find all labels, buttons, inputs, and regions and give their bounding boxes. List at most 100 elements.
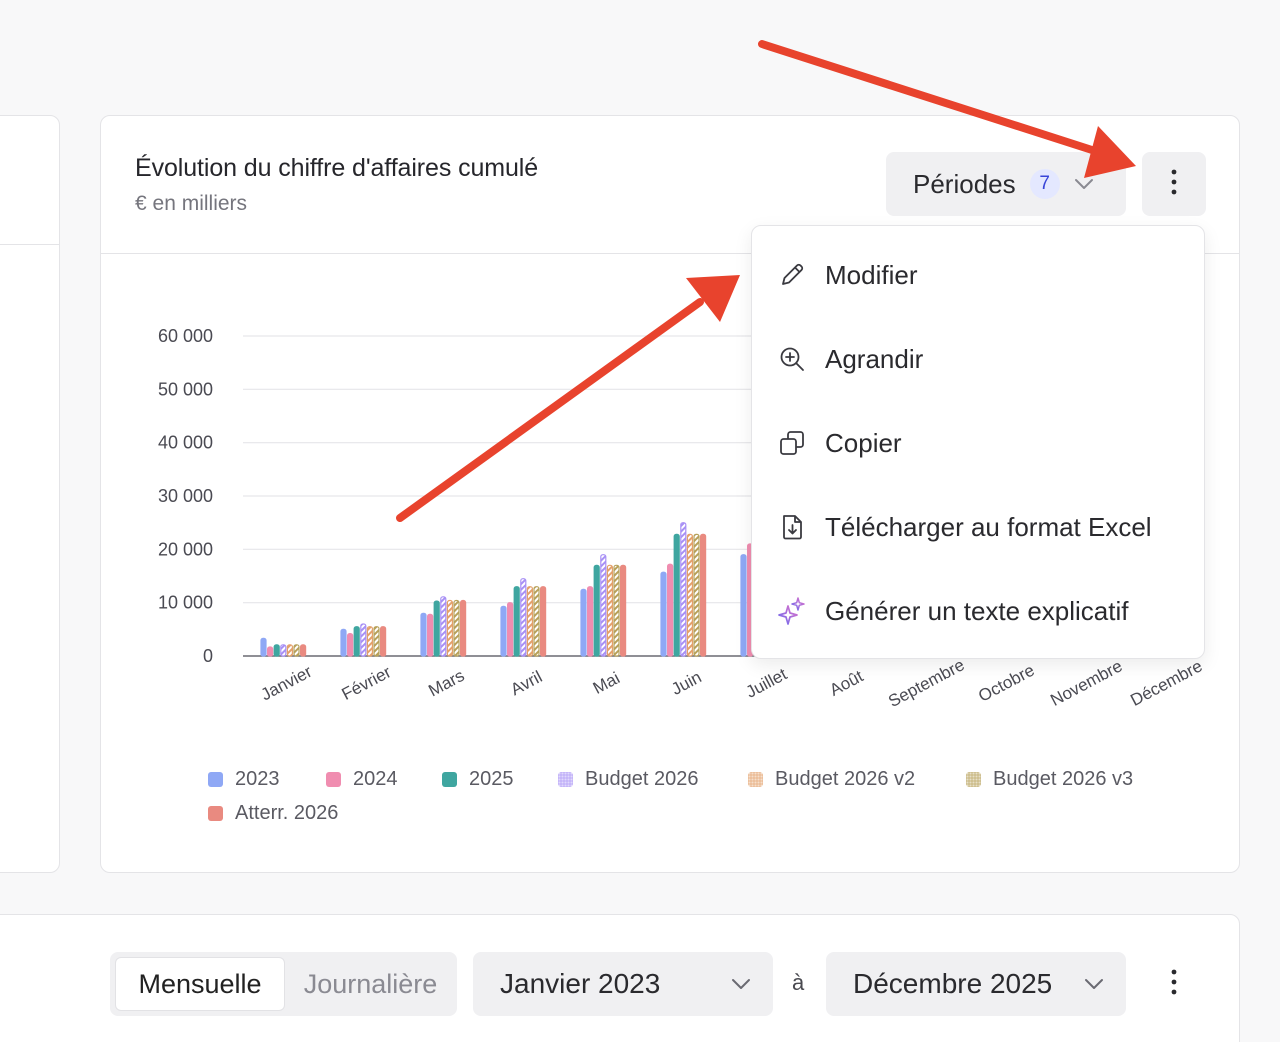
chart-subtitle: € en milliers bbox=[135, 192, 248, 215]
bar[interactable] bbox=[693, 533, 700, 657]
y-tick-label: 30 000 bbox=[158, 486, 213, 506]
bar[interactable] bbox=[433, 600, 440, 657]
x-tick-label: Avril bbox=[507, 667, 545, 699]
periods-count-badge: 7 bbox=[1029, 169, 1060, 199]
legend-item[interactable]: 2023 bbox=[208, 768, 280, 791]
x-tick-label: Octobre bbox=[975, 661, 1037, 706]
menu-item-modifier[interactable]: Modifier bbox=[752, 233, 1204, 317]
bar[interactable] bbox=[267, 646, 274, 657]
side-card bbox=[0, 115, 60, 873]
bar[interactable] bbox=[446, 599, 453, 657]
bar[interactable] bbox=[520, 578, 527, 657]
bar[interactable] bbox=[580, 588, 587, 657]
bar[interactable] bbox=[699, 533, 707, 657]
bar[interactable] bbox=[340, 628, 347, 657]
menu-item-agrandir[interactable]: Agrandir bbox=[752, 317, 1204, 401]
legend-label: Budget 2026 bbox=[585, 768, 699, 790]
bar[interactable] bbox=[300, 644, 307, 657]
menu-item-copier[interactable]: Copier bbox=[752, 401, 1204, 485]
legend-swatch bbox=[966, 772, 981, 787]
chart-title: Évolution du chiffre d'affaires cumulé bbox=[135, 154, 539, 182]
x-tick-label: Juin bbox=[668, 667, 704, 698]
zoom-in-icon bbox=[777, 344, 807, 374]
menu-item-telecharger-excel[interactable]: Télécharger au format Excel bbox=[752, 485, 1204, 569]
bar[interactable] bbox=[613, 564, 620, 657]
more-options-button[interactable] bbox=[1142, 152, 1206, 216]
filters-more-button[interactable] bbox=[1142, 952, 1206, 1016]
bar[interactable] bbox=[540, 586, 547, 657]
legend-item[interactable]: Budget 2026 v3 bbox=[966, 768, 1133, 791]
bar[interactable] bbox=[660, 571, 667, 657]
bar[interactable] bbox=[500, 605, 507, 657]
bar[interactable] bbox=[347, 633, 354, 657]
legend-item[interactable]: Budget 2026 bbox=[558, 768, 698, 791]
bar[interactable] bbox=[740, 554, 747, 657]
bar[interactable] bbox=[587, 586, 594, 657]
y-tick-label: 40 000 bbox=[158, 433, 213, 453]
start-period-select[interactable]: Janvier 2023 bbox=[473, 952, 773, 1016]
bar[interactable] bbox=[666, 563, 674, 657]
legend-item[interactable]: Atterr. 2026 bbox=[208, 802, 338, 825]
bar[interactable] bbox=[373, 626, 380, 657]
bar[interactable] bbox=[280, 644, 287, 657]
bar[interactable] bbox=[513, 586, 520, 657]
legend-item[interactable]: 2025 bbox=[442, 768, 514, 791]
chevron-down-icon bbox=[731, 978, 751, 990]
bar[interactable] bbox=[420, 612, 427, 657]
periods-label: Périodes bbox=[913, 168, 1016, 199]
bar[interactable] bbox=[533, 586, 540, 657]
start-period-value: Janvier 2023 bbox=[500, 968, 661, 999]
menu-item-label: Générer un texte explicatif bbox=[825, 595, 1129, 626]
bar[interactable] bbox=[593, 564, 600, 657]
bar[interactable] bbox=[353, 626, 360, 657]
side-card-divider bbox=[0, 244, 59, 245]
bar[interactable] bbox=[680, 522, 687, 657]
end-period-select[interactable]: Décembre 2025 bbox=[826, 952, 1126, 1016]
bar[interactable] bbox=[286, 644, 293, 657]
granularity-journaliere[interactable]: Journalière bbox=[288, 957, 453, 1011]
granularity-mensuelle[interactable]: Mensuelle bbox=[115, 957, 285, 1011]
bar[interactable] bbox=[260, 637, 267, 657]
x-tick-label: Février bbox=[339, 662, 395, 704]
legend-label: Budget 2026 v2 bbox=[775, 768, 916, 790]
bar[interactable] bbox=[453, 599, 460, 657]
bar[interactable] bbox=[273, 644, 280, 657]
legend-label: Budget 2026 v3 bbox=[993, 768, 1134, 790]
bar[interactable] bbox=[460, 599, 467, 657]
menu-item-label: Copier bbox=[825, 427, 902, 458]
legend-item[interactable]: 2024 bbox=[326, 768, 398, 791]
legend-swatch bbox=[748, 772, 763, 787]
y-tick-label: 10 000 bbox=[158, 593, 213, 613]
bar[interactable] bbox=[380, 626, 387, 657]
y-tick-label: 60 000 bbox=[158, 326, 213, 346]
bar[interactable] bbox=[427, 613, 434, 657]
vertical-dots-icon bbox=[1171, 169, 1177, 200]
x-tick-label: Mars bbox=[425, 666, 467, 701]
legend-item[interactable]: Budget 2026 v2 bbox=[748, 768, 915, 791]
options-menu: Modifier Agrandir Copier Télécharger au … bbox=[751, 225, 1205, 659]
bar[interactable] bbox=[507, 602, 514, 657]
bar[interactable] bbox=[606, 564, 613, 657]
bar[interactable] bbox=[293, 644, 300, 657]
bar[interactable] bbox=[673, 533, 680, 657]
range-separator: à bbox=[792, 970, 805, 995]
y-tick-label: 0 bbox=[203, 646, 213, 666]
bar[interactable] bbox=[360, 623, 367, 657]
bar[interactable] bbox=[526, 586, 533, 657]
copy-icon bbox=[777, 428, 807, 458]
periods-dropdown[interactable]: Périodes 7 bbox=[886, 152, 1126, 216]
sparkles-icon bbox=[777, 596, 807, 626]
bar[interactable] bbox=[619, 564, 627, 657]
legend-swatch bbox=[208, 772, 223, 787]
granularity-toggle: Mensuelle Journalière bbox=[110, 952, 457, 1016]
bar[interactable] bbox=[600, 554, 607, 657]
bar[interactable] bbox=[686, 533, 694, 657]
menu-item-generer-texte[interactable]: Générer un texte explicatif bbox=[752, 569, 1204, 653]
legend-label: 2023 bbox=[235, 768, 280, 790]
menu-item-label: Télécharger au format Excel bbox=[825, 511, 1152, 542]
chevron-down-icon bbox=[1084, 978, 1104, 990]
legend-swatch bbox=[442, 772, 457, 787]
bar[interactable] bbox=[366, 626, 373, 657]
y-tick-label: 50 000 bbox=[158, 379, 213, 399]
bar[interactable] bbox=[440, 596, 447, 657]
